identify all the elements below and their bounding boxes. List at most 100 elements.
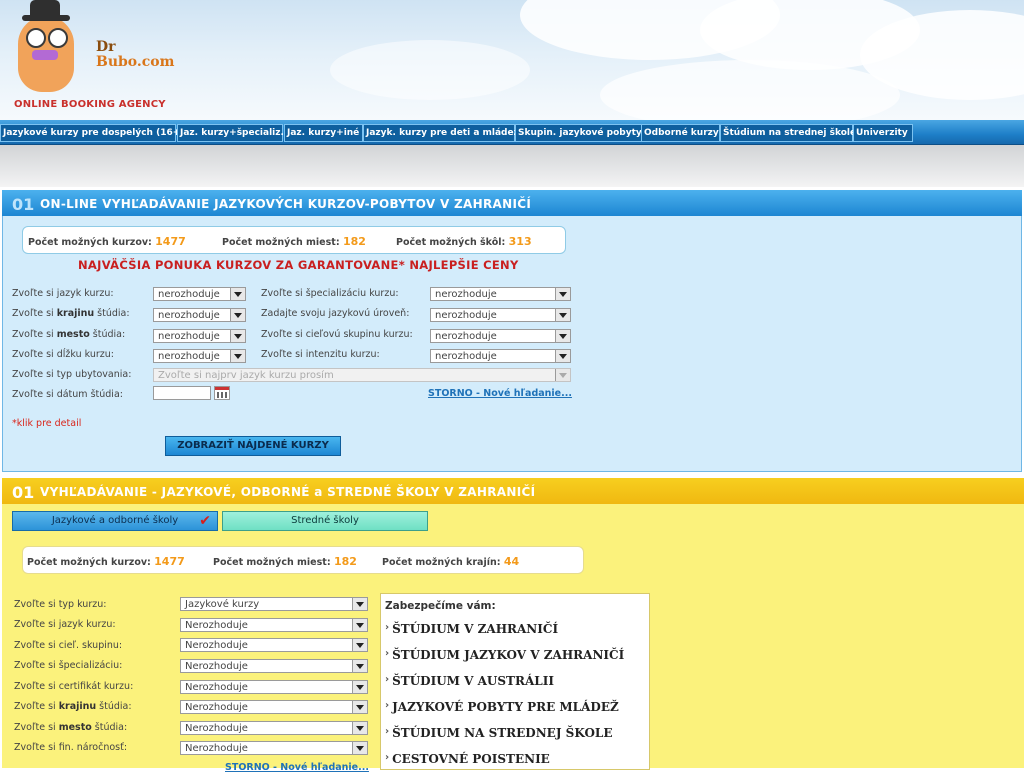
select-country[interactable]: nerozhoduje bbox=[153, 308, 246, 322]
stat-courses: Počet možných kurzov: 1477 bbox=[28, 235, 186, 248]
service-link[interactable]: › ŠTÚDIUM V ZAHRANIČÍ bbox=[385, 622, 558, 636]
label-duration: Zvoľte si dĺžku kurzu: bbox=[12, 349, 114, 360]
nav-item-courses-other[interactable]: Jaz. kurzy+iné bbox=[284, 124, 363, 142]
service-link[interactable]: › CESTOVNÉ POISTENIE bbox=[385, 752, 550, 766]
stat-courses: Počet možných kurzov: 1477 bbox=[27, 555, 185, 568]
label-language: Zvoľte si jazyk kurzu: bbox=[12, 288, 114, 299]
label-certificate: Zvoľte si certifikát kurzu: bbox=[14, 681, 134, 692]
nav-item-adult-courses[interactable]: Jazykové kurzy pre dospelých (16+) bbox=[0, 124, 184, 142]
course-search-header: 01 ON-LINE VYHĽADÁVANIE JAZYKOVÝCH KURZO… bbox=[2, 190, 1022, 216]
stat-places: Počet možných miest: 182 bbox=[213, 555, 357, 568]
arrow-bullet-icon: › bbox=[385, 648, 390, 659]
select-city-2[interactable]: Nerozhoduje bbox=[180, 721, 368, 735]
stat-places: Počet možných miest: 182 bbox=[222, 235, 366, 248]
select-certificate[interactable]: Nerozhoduje bbox=[180, 680, 368, 694]
logo-text: Dr Bubo.com bbox=[96, 39, 175, 70]
label-course-type: Zvoľte si typ kurzu: bbox=[14, 599, 107, 610]
chevron-down-icon bbox=[230, 330, 245, 342]
section-number: 01 bbox=[12, 483, 35, 502]
stat-schools: Počet možných škôl: 313 bbox=[396, 235, 532, 248]
label-city-2: Zvoľte si mesto štúdia: bbox=[14, 722, 128, 733]
arrow-bullet-icon: › bbox=[385, 726, 390, 737]
nav-item-youth-courses[interactable]: Jazyk. kurzy pre deti a mládež bbox=[363, 124, 519, 142]
nav-item-courses-specialization[interactable]: Jaz. kurzy+špecializ. bbox=[177, 124, 284, 142]
header-banner: Dr Bubo.com ONLINE BOOKING AGENCY bbox=[0, 0, 1024, 120]
chevron-down-icon bbox=[352, 742, 367, 754]
agency-tagline: ONLINE BOOKING AGENCY bbox=[14, 99, 166, 110]
subnav-bar bbox=[0, 145, 1024, 187]
nav-item-professional-courses[interactable]: Odborné kurzy bbox=[641, 124, 720, 142]
services-title: Zabezpečíme vám: bbox=[385, 600, 496, 612]
select-specialization[interactable]: nerozhoduje bbox=[430, 287, 571, 301]
section-number: 01 bbox=[12, 195, 35, 214]
select-country-2[interactable]: Nerozhoduje bbox=[180, 700, 368, 714]
select-accommodation[interactable]: Zvoľte si najprv jazyk kurzu prosím bbox=[153, 368, 571, 382]
label-country: Zvoľte si krajinu štúdia: bbox=[12, 308, 130, 319]
calendar-icon[interactable] bbox=[214, 386, 230, 400]
chevron-down-icon bbox=[352, 639, 367, 651]
arrow-bullet-icon: › bbox=[385, 674, 390, 685]
label-city: Zvoľte si mesto štúdia: bbox=[12, 329, 126, 340]
detail-hint: *klik pre detail bbox=[12, 418, 82, 429]
label-target-group-2: Zvoľte si cieľ. skupinu: bbox=[14, 640, 123, 651]
label-date: Zvoľte si dátum štúdia: bbox=[12, 389, 123, 400]
tab-language-schools[interactable]: Jazykové a odborné školy ✔ bbox=[12, 511, 218, 531]
stat-countries: Počet možných krajín: 44 bbox=[382, 555, 520, 568]
arrow-bullet-icon: › bbox=[385, 752, 390, 763]
reset-search-link[interactable]: STORNO - Nové hľadanie... bbox=[428, 388, 572, 399]
main-navigation: Jazykové kurzy pre dospelých (16+) Jaz. … bbox=[0, 120, 1024, 145]
select-target-group[interactable]: nerozhoduje bbox=[430, 329, 571, 343]
owl-eye-icon bbox=[48, 28, 68, 48]
tab-high-schools[interactable]: Stredné školy bbox=[222, 511, 428, 531]
chevron-down-icon bbox=[352, 701, 367, 713]
bow-tie-icon bbox=[32, 50, 58, 60]
select-city[interactable]: nerozhoduje bbox=[153, 329, 246, 343]
label-course-language: Zvoľte si jazyk kurzu: bbox=[14, 619, 116, 630]
chevron-down-icon bbox=[352, 598, 367, 610]
nav-item-universities[interactable]: Univerzity bbox=[853, 124, 913, 142]
chevron-down-icon bbox=[352, 722, 367, 734]
select-language[interactable]: nerozhoduje bbox=[153, 287, 246, 301]
date-input[interactable] bbox=[153, 386, 211, 400]
label-specialization-2: Zvoľte si špecializáciu: bbox=[14, 660, 123, 671]
label-specialization: Zvoľte si špecializáciu kurzu: bbox=[261, 288, 399, 299]
select-intensity[interactable]: nerozhoduje bbox=[430, 349, 571, 363]
nav-item-group-stays[interactable]: Skupin. jazykové pobyty bbox=[515, 124, 642, 142]
stats-box: Počet možných kurzov: 1477 Počet možných… bbox=[22, 226, 566, 254]
select-price-range[interactable]: Nerozhoduje bbox=[180, 741, 368, 755]
chevron-down-icon bbox=[352, 619, 367, 631]
select-specialization-2[interactable]: Nerozhoduje bbox=[180, 659, 368, 673]
services-box: Zabezpečíme vám: › ŠTÚDIUM V ZAHRANIČÍ › Š… bbox=[380, 593, 650, 770]
owl-eye-icon bbox=[26, 28, 46, 48]
checkmark-icon: ✔ bbox=[199, 513, 211, 529]
promo-text: NAJVÄČŠIA PONUKA KURZOV ZA GARANTOVANE* … bbox=[78, 258, 519, 272]
service-link[interactable]: › JAZYKOVÉ POBYTY PRE MLÁDEŽ bbox=[385, 700, 619, 714]
label-target-group: Zvoľte si cieľovú skupinu kurzu: bbox=[261, 329, 413, 340]
chevron-down-icon bbox=[230, 288, 245, 300]
select-course-type[interactable]: Jazykové kurzy bbox=[180, 597, 368, 611]
select-duration[interactable]: nerozhoduje bbox=[153, 349, 246, 363]
chevron-down-icon bbox=[230, 350, 245, 362]
label-level: Zadajte svoju jazykovú úroveň: bbox=[261, 308, 410, 319]
label-accommodation: Zvoľte si typ ubytovania: bbox=[12, 369, 132, 380]
select-level[interactable]: nerozhoduje bbox=[430, 308, 571, 322]
stats-box-schools: Počet možných kurzov: 1477 Počet možných… bbox=[22, 546, 584, 574]
service-link[interactable]: › ŠTÚDIUM V AUSTRÁLII bbox=[385, 674, 554, 688]
section-title: ON-LINE VYHĽADÁVANIE JAZYKOVÝCH KURZOV-P… bbox=[40, 197, 532, 211]
service-link[interactable]: › ŠTÚDIUM NA STREDNEJ ŠKOLE bbox=[385, 726, 613, 740]
arrow-bullet-icon: › bbox=[385, 622, 390, 633]
section-title: VYHĽADÁVANIE - JAZYKOVÉ, ODBORNÉ a STRED… bbox=[40, 485, 536, 499]
label-country-2: Zvoľte si krajinu štúdia: bbox=[14, 701, 132, 712]
nav-item-high-school[interactable]: Štúdium na strednej škole bbox=[720, 124, 856, 142]
chevron-down-icon bbox=[352, 660, 367, 672]
service-link[interactable]: › ŠTÚDIUM JAZYKOV V ZAHRANIČÍ bbox=[385, 648, 624, 662]
select-course-language[interactable]: Nerozhoduje bbox=[180, 618, 368, 632]
chevron-down-icon bbox=[555, 309, 570, 321]
arrow-bullet-icon: › bbox=[385, 700, 390, 711]
chevron-down-icon bbox=[352, 681, 367, 693]
show-courses-button[interactable]: ZOBRAZIŤ NÁJDENÉ KURZY bbox=[165, 436, 341, 456]
chevron-down-icon bbox=[555, 369, 570, 381]
label-intensity: Zvoľte si intenzitu kurzu: bbox=[261, 349, 380, 360]
school-search-header: 01 VYHĽADÁVANIE - JAZYKOVÉ, ODBORNÉ a ST… bbox=[2, 478, 1024, 504]
select-target-group-2[interactable]: Nerozhoduje bbox=[180, 638, 368, 652]
